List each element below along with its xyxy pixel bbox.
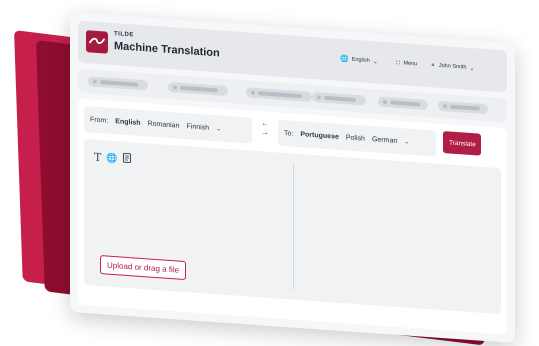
target-language-bar: To: Portuguese Polish German ⌄ (278, 120, 436, 157)
translation-panel: From: English Romanian Finnish ⌄ ←→ To: … (78, 99, 507, 335)
source-language-english[interactable]: English (115, 118, 140, 127)
user-menu[interactable]: ⚬ John Smith ⌄ (430, 61, 474, 72)
grid-icon: ∷ (396, 59, 400, 67)
globe-icon[interactable]: 🌐 (106, 152, 117, 164)
translate-button[interactable]: Translate (443, 131, 481, 156)
target-language-german[interactable]: German (372, 136, 397, 145)
chevron-down-icon[interactable]: ⌄ (404, 138, 409, 145)
target-language-polish[interactable]: Polish (346, 134, 365, 142)
tab-placeholder[interactable] (88, 76, 148, 90)
source-language-finnish[interactable]: Finnish (186, 123, 209, 132)
user-name: John Smith (439, 63, 467, 71)
chevron-down-icon[interactable]: ⌄ (216, 125, 221, 132)
swap-languages-icon[interactable]: ←→ (258, 118, 272, 137)
tab-placeholder[interactable] (168, 82, 228, 96)
language-selector[interactable]: 🌐 English ⌄ (340, 55, 378, 66)
editor-area: T 🌐 Upload or drag a file (84, 139, 501, 314)
document-icon[interactable] (123, 150, 131, 169)
from-label: From: (90, 116, 108, 124)
tab-placeholder[interactable] (312, 92, 366, 106)
user-icon: ⚬ (430, 61, 436, 69)
tilde-logo-icon (86, 30, 108, 54)
source-language-bar: From: English Romanian Finnish ⌄ (84, 106, 252, 144)
language-selector-label: English (352, 57, 370, 64)
input-type-icons: T 🌐 (94, 148, 131, 169)
tab-placeholder[interactable] (438, 101, 488, 114)
target-language-portuguese[interactable]: Portuguese (300, 131, 339, 141)
menu-button[interactable]: ∷ Menu (396, 59, 417, 68)
app-window: TILDE Machine Translation 🌐 English ⌄ ∷ … (70, 12, 515, 343)
source-language-romanian[interactable]: Romanian (148, 120, 180, 129)
tab-placeholder[interactable] (378, 97, 428, 110)
chevron-down-icon: ⌄ (373, 58, 378, 65)
app-title: Machine Translation (114, 40, 220, 59)
to-label: To: (284, 129, 293, 137)
upload-file-button[interactable]: Upload or drag a file (100, 255, 186, 280)
tab-placeholder[interactable] (246, 87, 312, 102)
text-icon[interactable]: T (94, 150, 101, 164)
globe-icon: 🌐 (340, 55, 349, 64)
editor-divider (293, 164, 294, 290)
brand-name: TILDE (114, 31, 134, 38)
menu-label: Menu (403, 60, 417, 67)
chevron-down-icon: ⌄ (469, 64, 474, 71)
